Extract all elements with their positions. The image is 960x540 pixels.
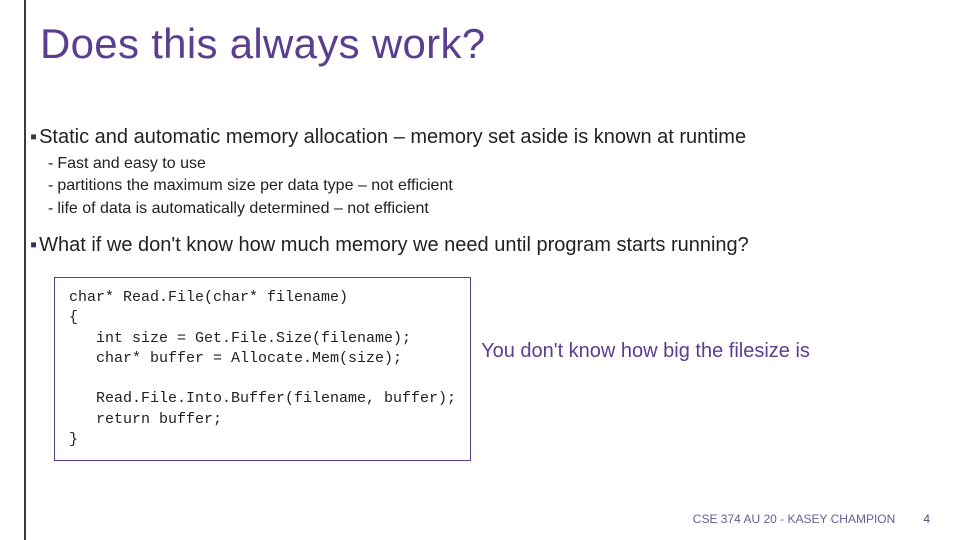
sub-text: partitions the maximum size per data typ… xyxy=(57,177,452,194)
title-area: Does this always work? xyxy=(40,20,485,68)
sub-text: life of data is automatically determined… xyxy=(57,200,428,217)
annotation: You don't know how big the filesize is xyxy=(481,340,810,363)
sub-item: -partitions the maximum size per data ty… xyxy=(48,175,930,197)
bullet-icon: ▪ xyxy=(30,234,37,256)
slide-title: Does this always work? xyxy=(40,20,485,68)
sub-text: Fast and easy to use xyxy=(57,155,206,172)
dash-icon: - xyxy=(48,155,53,172)
dash-icon: - xyxy=(48,177,53,194)
footer-course: CSE 374 AU 20 - KASEY CHAMPION xyxy=(693,512,896,526)
dash-icon: - xyxy=(48,200,53,217)
bullet-2-text: What if we don't know how much memory we… xyxy=(39,234,749,256)
bullet-2: ▪What if we don't know how much memory w… xyxy=(30,234,930,257)
code-row: char* Read.File(char* filename) { int si… xyxy=(54,277,930,461)
left-rule xyxy=(24,0,26,540)
bullet-1: ▪Static and automatic memory allocation … xyxy=(30,126,930,149)
code-block: char* Read.File(char* filename) { int si… xyxy=(54,277,471,461)
sub-item: -life of data is automatically determine… xyxy=(48,198,930,220)
sub-list-1: -Fast and easy to use -partitions the ma… xyxy=(48,153,930,220)
body: ▪Static and automatic memory allocation … xyxy=(30,120,930,461)
footer-page: 4 xyxy=(923,512,930,526)
sub-item: -Fast and easy to use xyxy=(48,153,930,175)
bullet-1-text: Static and automatic memory allocation –… xyxy=(39,126,746,148)
footer: CSE 374 AU 20 - KASEY CHAMPION 4 xyxy=(693,512,930,526)
bullet-icon: ▪ xyxy=(30,126,37,148)
